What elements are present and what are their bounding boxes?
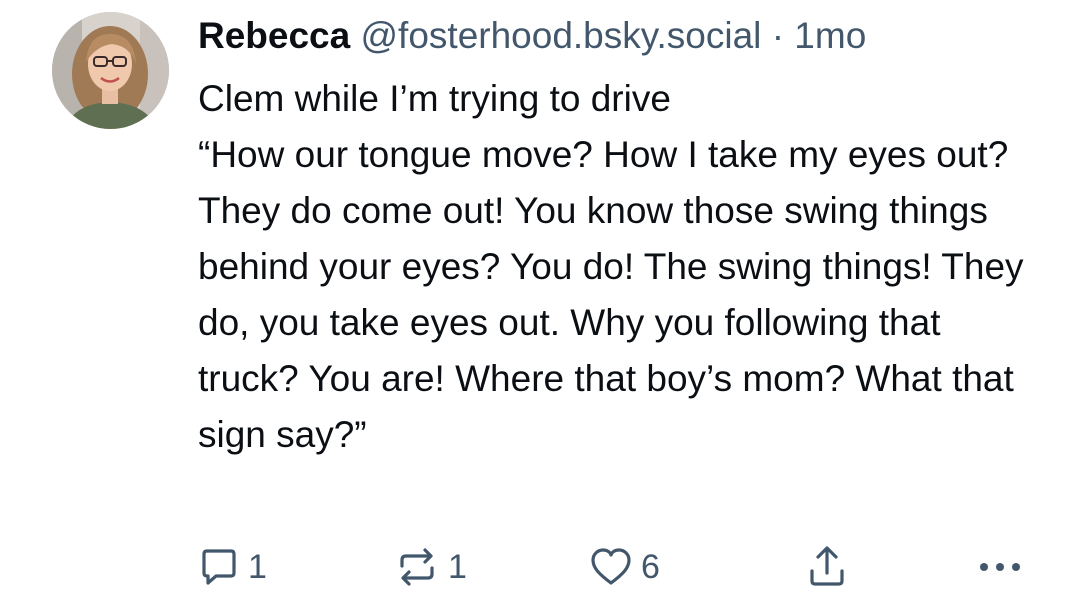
reply-count: 1 bbox=[248, 547, 267, 586]
like-button[interactable]: 6 bbox=[589, 543, 660, 591]
reply-button[interactable]: 1 bbox=[198, 543, 267, 591]
avatar[interactable] bbox=[52, 12, 169, 129]
repost-button[interactable]: 1 bbox=[394, 543, 467, 591]
post-content: Rebecca @fosterhood.bsky.social · 1mo Cl… bbox=[198, 10, 1058, 463]
post-text: Clem while I’m trying to drive “How our … bbox=[198, 78, 1024, 455]
share-upload-icon bbox=[806, 545, 848, 589]
post-header: Rebecca @fosterhood.bsky.social · 1mo bbox=[198, 10, 1058, 62]
like-count: 6 bbox=[641, 547, 660, 586]
header-separator: · bbox=[771, 15, 785, 56]
post-actions: 1 1 6 bbox=[198, 543, 1028, 591]
share-button[interactable] bbox=[806, 543, 848, 591]
repost-arrows-icon bbox=[394, 546, 440, 588]
author-handle[interactable]: @fosterhood.bsky.social bbox=[361, 15, 762, 56]
post-card[interactable]: Rebecca @fosterhood.bsky.social · 1mo Cl… bbox=[0, 0, 1080, 607]
more-dots-icon bbox=[976, 557, 1024, 577]
more-options-button[interactable] bbox=[976, 543, 1024, 591]
repost-count: 1 bbox=[448, 547, 467, 586]
avatar-photo bbox=[52, 12, 169, 129]
comment-bubble-icon bbox=[198, 546, 240, 588]
post-timestamp[interactable]: 1mo bbox=[794, 15, 866, 56]
author-name[interactable]: Rebecca bbox=[198, 15, 350, 56]
heart-icon bbox=[589, 546, 633, 588]
